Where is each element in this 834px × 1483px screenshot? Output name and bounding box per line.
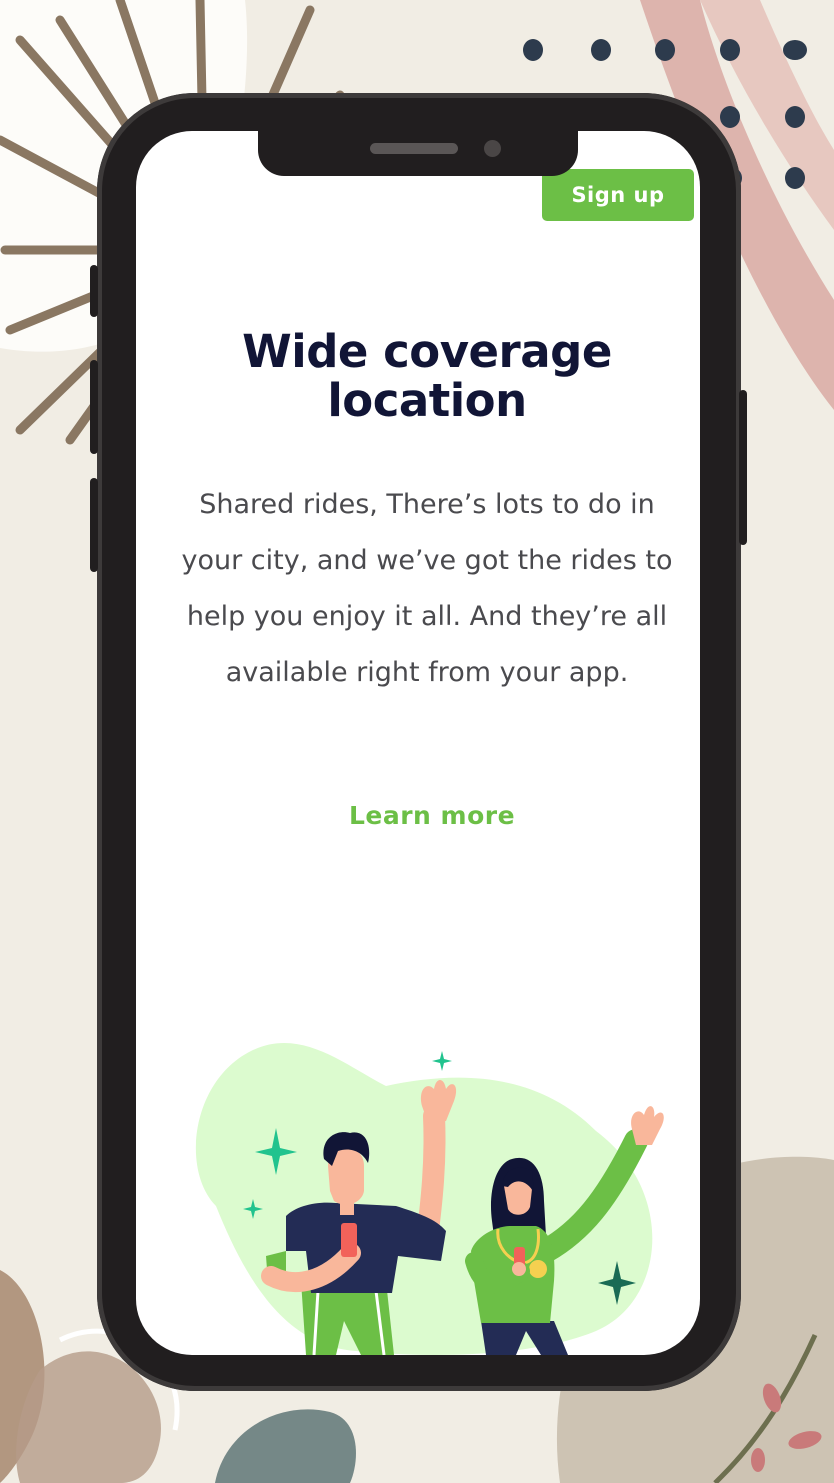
two-people-waving-illustration [195,1043,664,1355]
phone-side-button [739,390,747,545]
signup-button[interactable]: Sign up [542,169,694,221]
page-title: Wide coverage location [242,325,612,427]
phone-side-button [90,360,98,454]
phone-screen: Sign up Wide coverage location Shared ri… [136,131,700,1355]
learn-more-link[interactable]: Learn more [302,801,562,830]
description-text: Shared rides, There’s lots to do in your… [181,489,673,688]
camera-icon [484,140,501,157]
phone-side-button [90,478,98,572]
teal-watercolor [215,1409,356,1483]
sparkle-icon [432,1051,452,1071]
speaker-icon [370,143,458,154]
phone-side-button [90,265,98,317]
